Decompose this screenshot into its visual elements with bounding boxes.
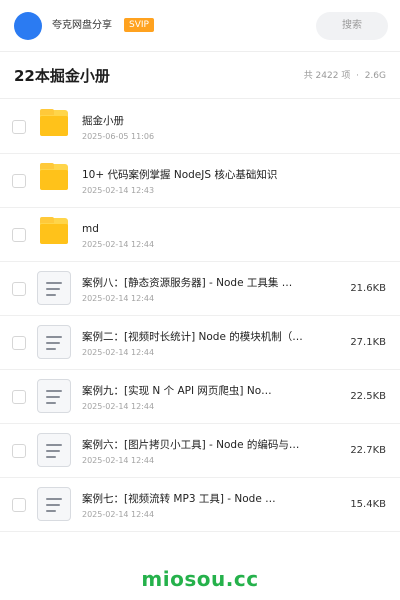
- file-size: 15.4KB: [350, 499, 386, 510]
- file-size: 27.1KB: [350, 337, 386, 348]
- file-date: 2025-06-05 11:06: [82, 132, 155, 141]
- folder-icon: [38, 163, 70, 196]
- file-row[interactable]: 10+ 代码案例掌握 NodeJS 核心基础知识 2025-02-14 12:43: [0, 154, 400, 208]
- file-name[interactable]: 掘金小册: [82, 114, 124, 128]
- file-date: 2025-02-14 12:43: [82, 186, 155, 195]
- row-checkbox[interactable]: [12, 174, 26, 188]
- file-row[interactable]: 案例九：[实现 N 个 API 网页爬虫] No… 2025-02-14 12:4…: [0, 370, 400, 424]
- file-name[interactable]: 案例九：[实现 N 个 API 网页爬虫] No…: [82, 384, 272, 398]
- file-name[interactable]: 案例二：[视频时长统计] Node 的模块机制（…: [82, 330, 303, 344]
- document-icon: [37, 379, 71, 413]
- row-checkbox[interactable]: [12, 336, 26, 350]
- document-icon: [37, 271, 71, 305]
- file-row[interactable]: 案例七：[视频流转 MP3 工具] - Node … 2025-02-14 12:…: [0, 478, 400, 532]
- share-user-name: 夸克网盘分享: [52, 20, 112, 31]
- row-checkbox[interactable]: [12, 282, 26, 296]
- file-date: 2025-02-14 12:44: [82, 294, 155, 303]
- row-checkbox[interactable]: [12, 120, 26, 134]
- folder-title-row: 22本掘金小册 共 2422 项 · 2.6G: [0, 53, 400, 99]
- watermark: miosou.cc: [141, 567, 259, 591]
- document-icon: [37, 325, 71, 359]
- file-row[interactable]: 案例八：[静态资源服务器] - Node 工具集 … 2025-02-14 12:…: [0, 262, 400, 316]
- total-size: 2.6G: [364, 71, 386, 81]
- file-list: 掘金小册 2025-06-05 11:06 10+ 代码案例掌握 NodeJS 核心…: [0, 100, 400, 532]
- file-row[interactable]: 案例二：[视频时长统计] Node 的模块机制（… 2025-02-14 12:4…: [0, 316, 400, 370]
- search-button[interactable]: 搜索: [316, 12, 388, 40]
- document-icon: [37, 487, 71, 521]
- document-icon: [37, 433, 71, 467]
- row-checkbox[interactable]: [12, 390, 26, 404]
- file-date: 2025-02-14 12:44: [82, 402, 155, 411]
- file-size: 21.6KB: [350, 283, 386, 294]
- file-date: 2025-02-14 12:44: [82, 348, 155, 357]
- row-checkbox[interactable]: [12, 228, 26, 242]
- folder-icon: [38, 109, 70, 142]
- row-checkbox[interactable]: [12, 498, 26, 512]
- svip-badge: SVIP: [124, 18, 154, 32]
- file-size: 22.5KB: [350, 391, 386, 402]
- file-name[interactable]: 案例六：[图片拷贝小工具] - Node 的编码与…: [82, 438, 299, 452]
- row-checkbox[interactable]: [12, 444, 26, 458]
- header-bar: 夸克网盘分享 SVIP 搜索: [0, 0, 400, 52]
- file-date: 2025-02-14 12:44: [82, 510, 155, 519]
- item-count: 共 2422 项: [303, 71, 351, 81]
- file-name[interactable]: 案例八：[静态资源服务器] - Node 工具集 …: [82, 276, 292, 290]
- file-date: 2025-02-14 12:44: [82, 456, 155, 465]
- file-name[interactable]: 案例七：[视频流转 MP3 工具] - Node …: [82, 492, 276, 506]
- file-row[interactable]: 案例六：[图片拷贝小工具] - Node 的编码与… 2025-02-14 12:…: [0, 424, 400, 478]
- file-name[interactable]: 10+ 代码案例掌握 NodeJS 核心基础知识: [82, 168, 277, 182]
- file-row[interactable]: 掘金小册 2025-06-05 11:06: [0, 100, 400, 154]
- page-title: 22本掘金小册: [14, 67, 110, 85]
- file-name[interactable]: md: [82, 222, 99, 236]
- avatar[interactable]: [14, 12, 42, 40]
- file-date: 2025-02-14 12:44: [82, 240, 155, 249]
- folder-meta: 共 2422 项 · 2.6G: [304, 70, 386, 82]
- file-size: 22.7KB: [350, 445, 386, 456]
- file-row[interactable]: md 2025-02-14 12:44: [0, 208, 400, 262]
- folder-icon: [38, 217, 70, 250]
